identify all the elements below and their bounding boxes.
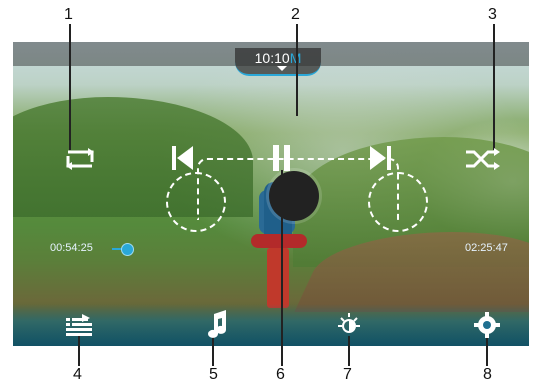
progress-thumb[interactable]: [121, 243, 134, 256]
callout-8: 8: [483, 366, 492, 383]
previous-button[interactable]: [166, 172, 226, 232]
callout-1: 1: [64, 6, 73, 23]
callout-4: 4: [73, 366, 82, 383]
total-time: 02:25:47: [465, 242, 508, 254]
video-screen[interactable]: 10:10M 00:54:25 02:25:47: [13, 42, 529, 346]
caret-down-icon: [277, 66, 287, 71]
elapsed-time: 00:54:25: [50, 242, 93, 254]
callout-7: 7: [343, 366, 352, 383]
clock: 10:10M: [235, 48, 321, 76]
next-button[interactable]: [368, 172, 428, 232]
callout-6: 6: [276, 366, 285, 383]
callout-3: 3: [488, 6, 497, 23]
callout-5: 5: [209, 366, 218, 383]
hiker-legs: [267, 248, 289, 308]
bottom-toolbar: [13, 304, 529, 346]
pause-button[interactable]: [269, 171, 319, 221]
callout-2: 2: [291, 6, 300, 23]
hiker-sleeping-roll: [251, 234, 307, 248]
